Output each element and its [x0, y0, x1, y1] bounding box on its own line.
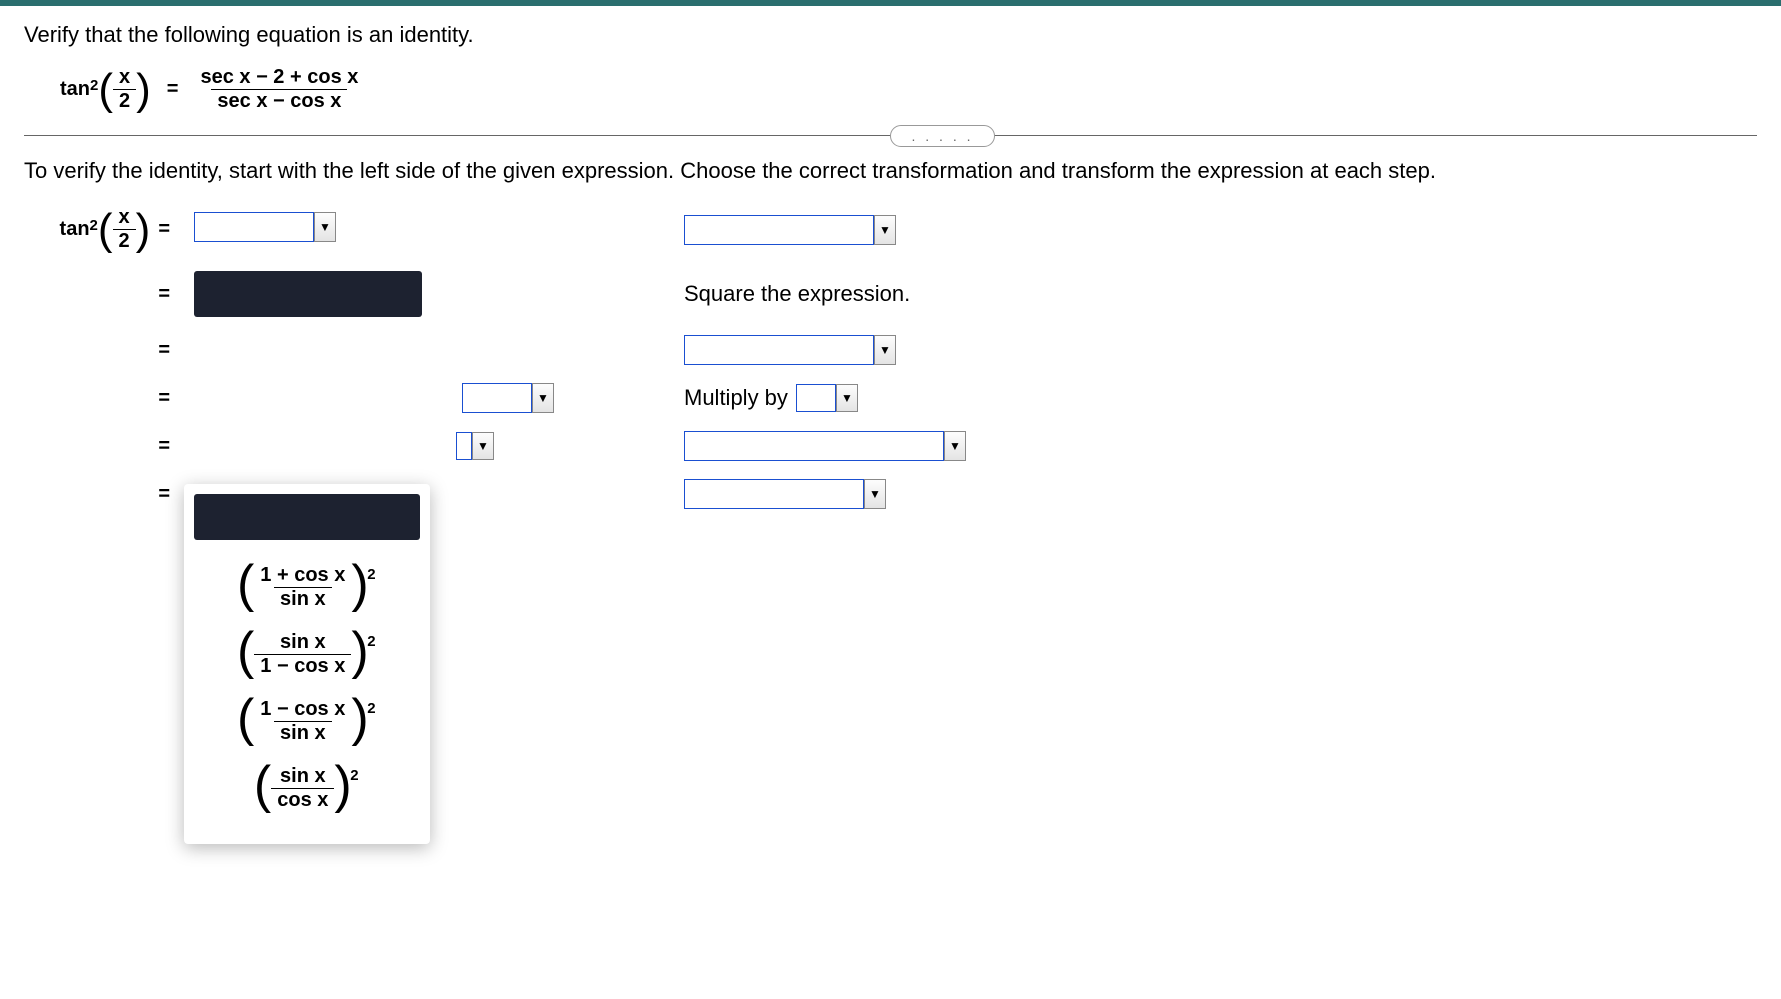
- frac-num: x: [113, 66, 136, 89]
- rhs-den: sec x − cos x: [211, 89, 347, 113]
- eq-1: =: [158, 218, 170, 241]
- step2-expression-cell: [194, 271, 664, 317]
- chevron-down-icon[interactable]: [314, 212, 336, 242]
- rhs-num: sec x − 2 + cos x: [194, 66, 364, 89]
- step1-expression-cell: [194, 212, 664, 247]
- option-3[interactable]: ( 1 − cos x sin x ) 2: [184, 688, 430, 755]
- tan-exp-2: 2: [90, 217, 98, 234]
- chevron-down-icon[interactable]: [532, 383, 554, 413]
- opt2-num: sin x: [274, 631, 332, 654]
- step1-reason-cell: [684, 215, 1044, 245]
- eq-5: =: [158, 435, 170, 458]
- eq-3-cell: =: [24, 339, 174, 362]
- opt1-den: sin x: [274, 587, 332, 611]
- frac-num-2: x: [113, 206, 136, 229]
- eq-2: =: [158, 283, 170, 306]
- half-angle-fraction: x 2: [113, 66, 136, 113]
- option-1[interactable]: ( 1 + cos x sin x ) 2: [184, 554, 430, 621]
- tan-label: tan: [60, 78, 90, 101]
- step5-expression-dropdown[interactable]: [456, 432, 494, 460]
- opt3-den: sin x: [274, 721, 332, 745]
- step5-expression-cell: [194, 432, 664, 460]
- step1-expression-dropdown[interactable]: [194, 212, 336, 242]
- step2-reason-cell: Square the expression.: [684, 281, 1044, 307]
- chevron-down-icon[interactable]: [944, 431, 966, 461]
- opt2-den: 1 − cos x: [254, 654, 351, 678]
- step6-reason-dropdown[interactable]: [684, 479, 886, 509]
- step4-reason-cell: Multiply by: [684, 384, 1044, 412]
- eq-5-cell: =: [24, 435, 174, 458]
- chevron-down-icon[interactable]: [864, 479, 886, 509]
- option-2[interactable]: ( sin x 1 − cos x ) 2: [184, 621, 430, 688]
- chevron-down-icon[interactable]: [472, 432, 494, 460]
- popup-selected-highlight[interactable]: [194, 494, 420, 540]
- identity-equation: tan 2 ( x 2 ) = sec x − 2 + cos x sec x …: [24, 66, 1757, 113]
- step4-expression-cell: [194, 383, 664, 413]
- square-expression-label: Square the expression.: [684, 281, 910, 307]
- work-steps-grid: tan 2 ( x 2 ) =: [24, 206, 1757, 509]
- step3-reason-cell: [684, 335, 1044, 365]
- frac-den-2: 2: [113, 229, 136, 253]
- chevron-down-icon[interactable]: [836, 384, 858, 412]
- instruction-top: Verify that the following equation is an…: [24, 22, 1757, 48]
- eq-4: =: [158, 387, 170, 410]
- tan-exponent: 2: [90, 77, 98, 94]
- eq-6: =: [158, 483, 170, 506]
- selected-highlight-box: [194, 271, 422, 317]
- opt4-num: sin x: [274, 765, 332, 788]
- section-divider: . . . . .: [24, 135, 1757, 136]
- opt1-num: 1 + cos x: [254, 564, 351, 587]
- step6-reason-cell: [684, 479, 1044, 509]
- eq-2-cell: =: [24, 283, 174, 306]
- step3-reason-dropdown[interactable]: [684, 335, 896, 365]
- paren-right: ): [136, 72, 151, 107]
- equals-sign: =: [167, 78, 179, 101]
- option-4[interactable]: ( sin x cos x ) 2: [184, 755, 430, 822]
- step5-reason-dropdown[interactable]: [684, 431, 966, 461]
- step1-reason-dropdown[interactable]: [684, 215, 896, 245]
- chevron-down-icon[interactable]: [874, 215, 896, 245]
- multiply-by-label: Multiply by: [684, 385, 788, 411]
- step5-reason-cell: [684, 431, 1044, 461]
- eq-3: =: [158, 339, 170, 362]
- step1-lhs: tan 2 ( x 2 ) =: [24, 206, 174, 253]
- paren-left: (: [98, 72, 113, 107]
- frac-den: 2: [113, 89, 136, 113]
- lhs-expression: tan 2 ( x 2 ): [60, 66, 151, 113]
- tan-label-2: tan: [60, 218, 90, 241]
- divider-expand-icon[interactable]: . . . . .: [890, 125, 994, 147]
- chevron-down-icon[interactable]: [874, 335, 896, 365]
- eq-6-cell: =: [24, 483, 174, 506]
- opt2-exp: 2: [367, 633, 375, 650]
- opt3-exp: 2: [367, 700, 375, 717]
- opt1-exp: 2: [367, 566, 375, 583]
- expression-options-popup: ( 1 + cos x sin x ) 2 ( sin x 1 − cos x: [184, 484, 430, 844]
- opt4-den: cos x: [271, 788, 334, 812]
- rhs-fraction: sec x − 2 + cos x sec x − cos x: [194, 66, 364, 113]
- eq-4-cell: =: [24, 387, 174, 410]
- multiply-factor-dropdown[interactable]: [796, 384, 858, 412]
- content-area: Verify that the following equation is an…: [0, 6, 1781, 525]
- opt3-num: 1 − cos x: [254, 698, 351, 721]
- opt4-exp: 2: [350, 767, 358, 784]
- step4-expression-dropdown[interactable]: [462, 383, 554, 413]
- instruction-main: To verify the identity, start with the l…: [24, 158, 1757, 184]
